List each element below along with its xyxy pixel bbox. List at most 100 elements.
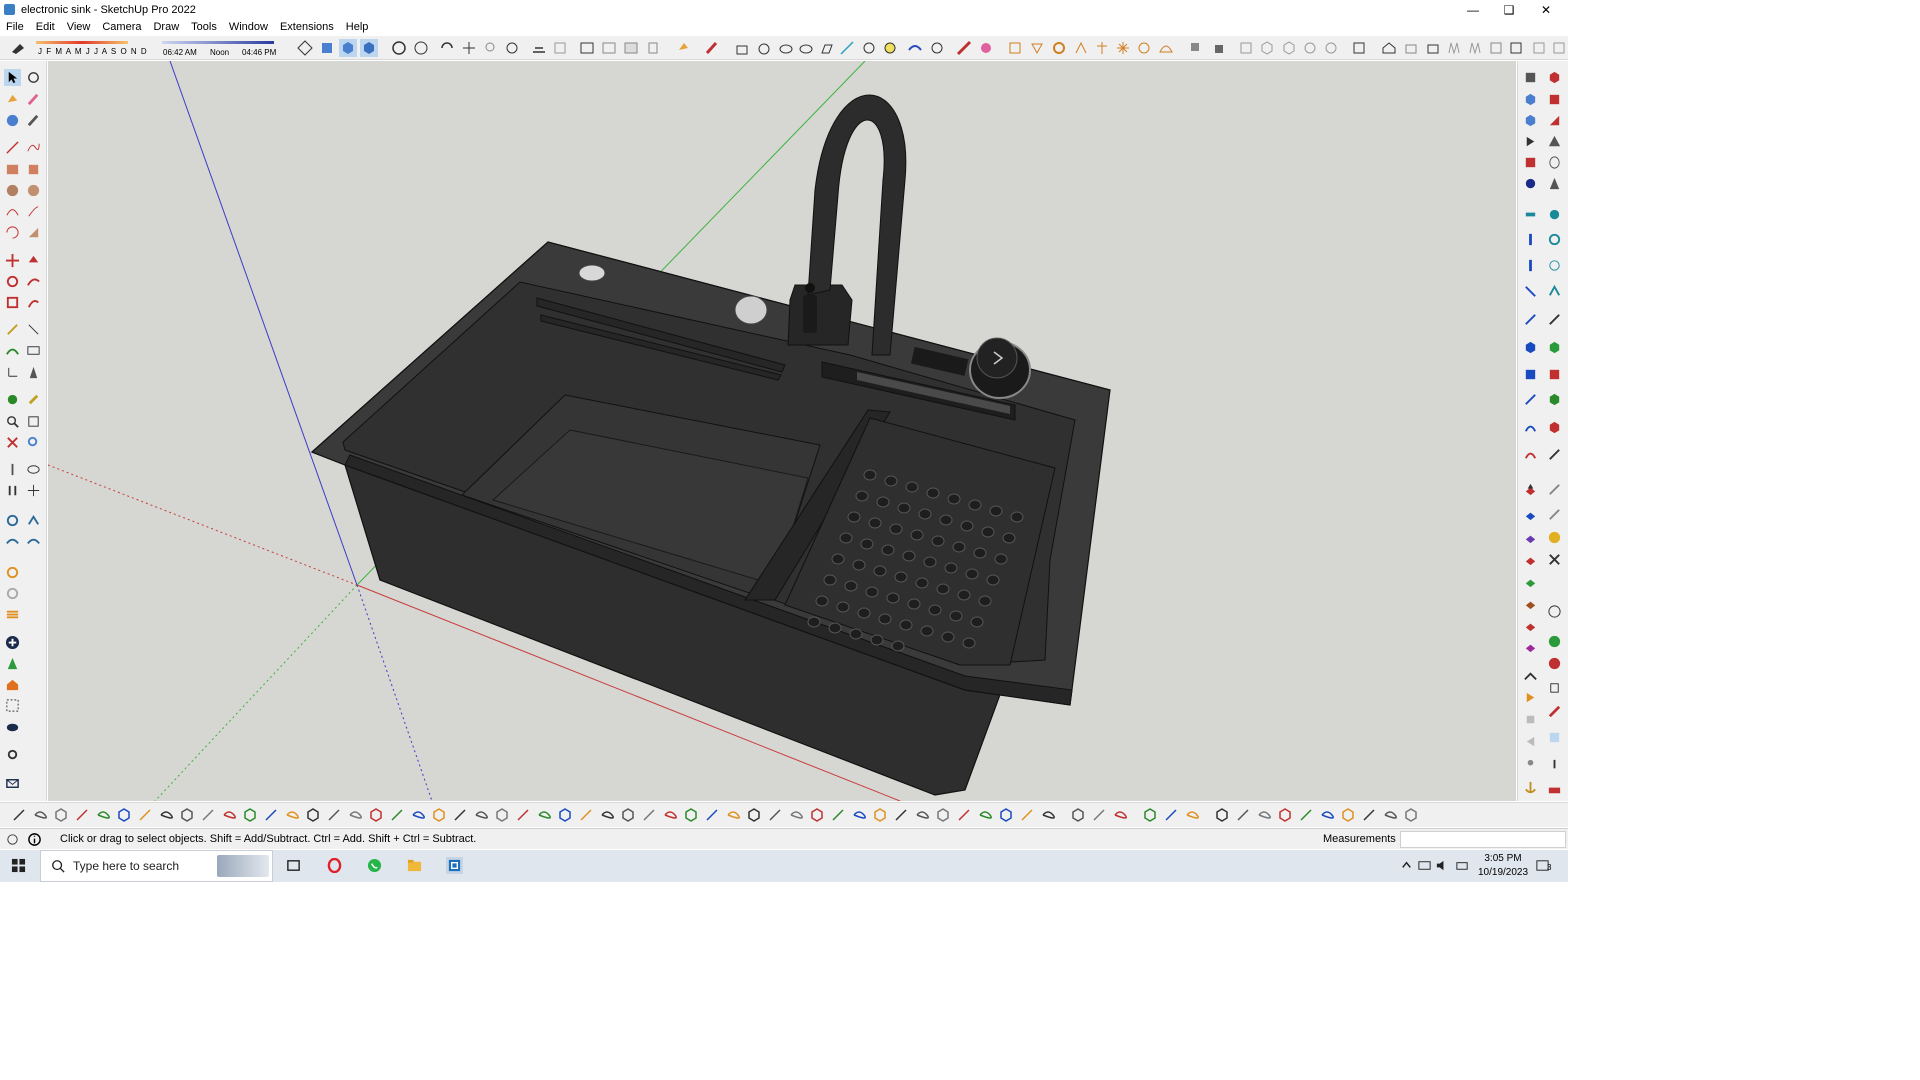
anchor-icon[interactable] xyxy=(1522,779,1539,796)
rectangle-tool-icon[interactable] xyxy=(733,39,751,57)
eraser-icon[interactable] xyxy=(703,39,721,57)
smoove-tool-icon[interactable] xyxy=(4,533,21,550)
polygon-icon[interactable] xyxy=(25,182,42,199)
joint-icon[interactable] xyxy=(928,39,946,57)
two-point-icon[interactable] xyxy=(360,39,378,57)
perspective-icon[interactable] xyxy=(339,39,357,57)
wireframe-icon[interactable] xyxy=(578,39,596,57)
taper-icon[interactable] xyxy=(1093,39,1111,57)
help-circle-icon[interactable] xyxy=(4,831,21,848)
view-left-icon[interactable] xyxy=(1350,39,1368,57)
bottom-tool-icon[interactable] xyxy=(1183,806,1201,824)
view-front-icon[interactable] xyxy=(1280,39,1298,57)
bottom-tool-icon[interactable] xyxy=(955,806,973,824)
warehouse-icon[interactable] xyxy=(1380,39,1398,57)
joint-push-icon[interactable] xyxy=(1522,339,1539,356)
stack-magenta-icon[interactable] xyxy=(1522,638,1539,655)
menu-draw[interactable]: Draw xyxy=(147,21,185,33)
zoom-nav-icon[interactable] xyxy=(4,413,21,430)
sandbox-contours-icon[interactable] xyxy=(4,512,21,529)
look-around-icon[interactable] xyxy=(25,461,42,478)
three-point-arc-icon[interactable] xyxy=(4,224,21,241)
xray-icon[interactable] xyxy=(390,39,408,57)
line-tool-icon[interactable] xyxy=(838,39,856,57)
cone-icon[interactable] xyxy=(1546,175,1563,192)
zoom-window-icon[interactable] xyxy=(25,413,42,430)
protractor-icon[interactable] xyxy=(4,342,21,359)
push-pull-icon[interactable] xyxy=(1522,231,1539,248)
bottom-tool-icon[interactable] xyxy=(724,806,742,824)
iso-view-icon[interactable] xyxy=(296,39,314,57)
monochrome-icon[interactable] xyxy=(644,39,662,57)
bottom-tool-icon[interactable] xyxy=(157,806,175,824)
union-icon[interactable] xyxy=(1546,366,1563,383)
mail-icon[interactable] xyxy=(4,775,21,792)
bottom-tool-icon[interactable] xyxy=(1213,806,1231,824)
tree-icon[interactable] xyxy=(4,655,21,672)
torus-icon[interactable] xyxy=(1546,231,1563,248)
bottom-tool-icon[interactable] xyxy=(829,806,847,824)
bottom-tool-icon[interactable] xyxy=(220,806,238,824)
menu-edit[interactable]: Edit xyxy=(30,21,61,33)
play-orange-icon[interactable] xyxy=(1522,689,1539,706)
bottom-tool-icon[interactable] xyxy=(808,806,826,824)
component-icon[interactable] xyxy=(1187,39,1205,57)
trim-icon[interactable] xyxy=(1546,481,1563,498)
curve-icon[interactable] xyxy=(1522,311,1539,328)
view-back-icon[interactable] xyxy=(1322,39,1340,57)
polygon-tool-icon[interactable] xyxy=(777,39,795,57)
sink-model[interactable] xyxy=(48,61,1516,801)
bottom-tool-icon[interactable] xyxy=(1297,806,1315,824)
bottom-tool-icon[interactable] xyxy=(682,806,700,824)
ball-icon[interactable] xyxy=(1546,603,1563,620)
skin-icon[interactable] xyxy=(1522,69,1539,86)
shell-icon[interactable] xyxy=(1546,339,1563,356)
layers-icon[interactable] xyxy=(4,606,21,623)
bottom-tool-icon[interactable] xyxy=(241,806,259,824)
helix-icon[interactable] xyxy=(1522,257,1539,274)
orbit-nav-icon[interactable] xyxy=(4,391,21,408)
bottom-tool-icon[interactable] xyxy=(514,806,532,824)
bottom-tool-icon[interactable] xyxy=(1069,806,1087,824)
taper-shape-icon[interactable] xyxy=(1522,366,1539,383)
sketchup-icon[interactable] xyxy=(446,857,463,874)
bottom-tool-icon[interactable] xyxy=(10,806,28,824)
two-point-arc-icon[interactable] xyxy=(25,203,42,220)
view-top-icon[interactable] xyxy=(1258,39,1276,57)
bottom-tool-icon[interactable] xyxy=(1111,806,1129,824)
bottom-tool-icon[interactable] xyxy=(997,806,1015,824)
bottom-tool-icon[interactable] xyxy=(661,806,679,824)
menu-camera[interactable]: Camera xyxy=(96,21,147,33)
bottom-tool-icon[interactable] xyxy=(346,806,364,824)
bottom-tool-icon[interactable] xyxy=(619,806,637,824)
drape-icon[interactable] xyxy=(1507,39,1525,57)
circle-tool-icon[interactable] xyxy=(755,39,773,57)
bottom-tool-icon[interactable] xyxy=(703,806,721,824)
pan-icon[interactable] xyxy=(460,39,478,57)
previous-view-icon[interactable] xyxy=(25,434,42,451)
back-edges-icon[interactable] xyxy=(412,39,430,57)
render-icon[interactable] xyxy=(1006,39,1024,57)
bottom-tool-icon[interactable] xyxy=(1234,806,1252,824)
orbit-icon[interactable] xyxy=(438,39,456,57)
bottom-tool-icon[interactable] xyxy=(388,806,406,824)
scale-icon[interactable] xyxy=(4,294,21,311)
menu-view[interactable]: View xyxy=(61,21,97,33)
bottom-tool-icon[interactable] xyxy=(1162,806,1180,824)
stop-icon[interactable] xyxy=(1522,154,1539,171)
tools-icon[interactable] xyxy=(1546,551,1563,568)
ring-icon[interactable] xyxy=(1135,39,1153,57)
3d-text-icon[interactable] xyxy=(25,364,42,381)
dome-shape-icon[interactable] xyxy=(1546,257,1563,274)
pencil-icon[interactable] xyxy=(25,112,42,129)
extension-warehouse-icon[interactable] xyxy=(1402,39,1420,57)
section-cuts-icon[interactable] xyxy=(551,39,569,57)
stack-green-icon[interactable] xyxy=(1522,573,1539,590)
bottom-tool-icon[interactable] xyxy=(136,806,154,824)
group-icon[interactable] xyxy=(1209,39,1227,57)
rotate-icon[interactable] xyxy=(4,273,21,290)
opera-icon[interactable] xyxy=(326,857,343,874)
sandbox-scratch-icon[interactable] xyxy=(25,512,42,529)
bottom-tool-icon[interactable] xyxy=(1402,806,1420,824)
house-icon[interactable] xyxy=(4,676,21,693)
